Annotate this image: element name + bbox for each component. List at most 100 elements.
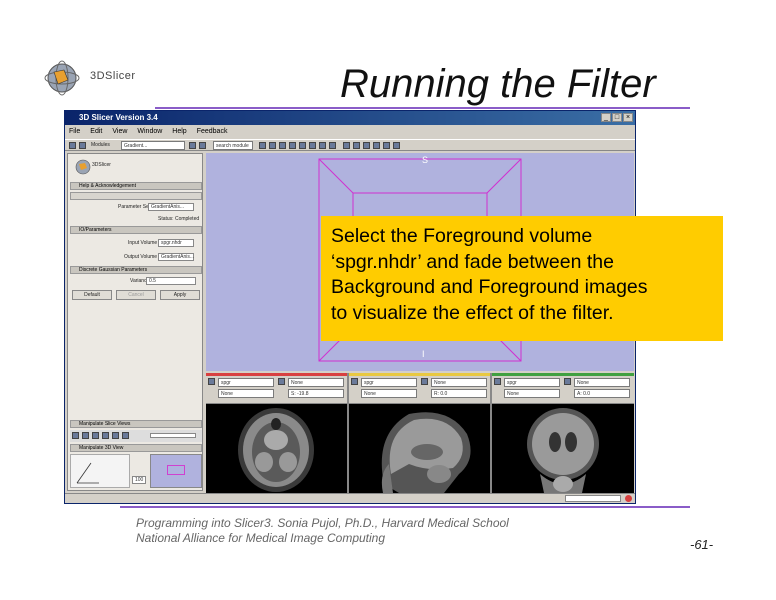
minimize-button[interactable]: _ [601,113,611,122]
toolbar-layout-icon-4[interactable] [289,142,296,149]
slice-views-header[interactable]: Manipulate Slice Views [70,420,202,428]
green-fg-selector[interactable]: None [574,378,630,387]
default-button[interactable]: Default [72,290,112,300]
toolbar-layout-icon-3[interactable] [279,142,286,149]
yellow-slice-controller: spgr None None R: 0.0 [349,373,490,403]
toolbar-view-icon-5[interactable] [383,142,390,149]
window-title: 3D Slicer Version 3.4 [79,113,158,122]
yellow-slice-color-strip [349,373,490,376]
footer-author: Programming into Slicer3. Sonia Pujol, P… [136,516,509,530]
slice-views: spgr None None S: -19.8 spgr None None R… [206,373,634,493]
zoom-input[interactable]: 100 [132,476,146,484]
panel-logo-text: 3DSlicer [92,162,111,168]
menu-edit[interactable]: Edit [90,126,102,138]
green-pin-icon[interactable] [494,378,501,385]
slice-controls-row [70,430,202,442]
instruction-callout: Select the Foreground volume ‘spgr.nhdr’… [321,216,723,341]
help-section-header[interactable]: Help & Acknowledgement [70,182,202,190]
red-fg-selector[interactable]: None [288,378,344,387]
slice-ctl-icon-2[interactable] [82,432,89,439]
slice-ctl-icon-1[interactable] [72,432,79,439]
menu-help[interactable]: Help [172,126,186,138]
toolbar-view-icon-6[interactable] [393,142,400,149]
slice-ctl-icon-4[interactable] [102,432,109,439]
yellow-bg-selector[interactable]: spgr [361,378,417,387]
green-label-selector[interactable]: None [504,389,560,398]
fade-slider[interactable] [150,433,196,438]
green-slice-color-strip [492,373,634,376]
window-title-bar: 3D Slicer Version 3.4 [65,111,635,125]
axial-slice-view[interactable] [206,404,347,493]
toolbar-layout-icon-6[interactable] [309,142,316,149]
red-pin-icon[interactable] [208,378,215,385]
toolbar: Modules Gradient... search module [65,139,635,151]
close-button[interactable]: × [623,113,633,122]
input-volume-selector[interactable]: spgr.nhdr [158,239,194,247]
green-bg-selector[interactable]: spgr [504,378,560,387]
yellow-swap-icon[interactable] [421,378,428,385]
error-log-icon[interactable] [625,495,632,502]
toolbar-layout-icon-2[interactable] [269,142,276,149]
menu-window[interactable]: Window [137,126,162,138]
yellow-pin-icon[interactable] [351,378,358,385]
menu-view[interactable]: View [112,126,127,138]
red-slice-controller: spgr None None S: -19.8 [206,373,347,403]
coronal-slice-view[interactable] [492,404,634,493]
gaussian-params-header[interactable]: Discrete Gaussian Parameters [70,266,202,274]
yellow-label-selector[interactable]: None [361,389,417,398]
io-section-header[interactable] [70,192,202,200]
slice-ctl-icon-3[interactable] [92,432,99,439]
sagittal-slice-view[interactable] [349,404,490,493]
toolbar-layout-icon-8[interactable] [329,142,336,149]
red-swap-icon[interactable] [278,378,285,385]
yellow-fg-selector[interactable]: None [431,378,487,387]
output-volume-selector[interactable]: GradientAnis... [158,253,194,261]
cancel-button[interactable]: Cancel [116,290,156,300]
toolbar-view-icon-3[interactable] [363,142,370,149]
red-bg-selector[interactable]: spgr [218,378,274,387]
parameter-set-label: Parameter Set [118,204,151,210]
page-number: -61- [690,537,714,552]
toolbar-view-icon-4[interactable] [373,142,380,149]
progress-bar [565,495,621,502]
toolbar-save-icon[interactable] [79,142,86,149]
inferior-label: I [422,349,425,359]
toolbar-view-icon-2[interactable] [353,142,360,149]
variance-input[interactable]: 0.5 [146,277,196,285]
menu-file[interactable]: File [69,126,80,138]
navigation-arrows-icon [76,462,99,484]
module-prev-icon[interactable] [189,142,196,149]
callout-line-2: ‘spgr.nhdr’ and fade between the [331,250,614,273]
sagittal-brain-image [381,412,471,493]
green-slice-offset[interactable]: A: 0.0 [574,389,630,398]
3d-view-thumbnail[interactable] [150,454,202,488]
callout-line-1: Select the Foreground volume [331,225,593,247]
input-volume-label: Input Volume [128,240,158,246]
red-label-selector[interactable]: None [218,389,274,398]
toolbar-load-icon[interactable] [69,142,76,149]
modules-label: Modules [91,142,110,148]
yellow-slice-offset[interactable]: R: 0.0 [431,389,487,398]
slice-ctl-icon-6[interactable] [122,432,129,439]
toolbar-layout-icon-1[interactable] [259,142,266,149]
menu-feedback[interactable]: Feedback [197,126,228,138]
module-panel: 3DSlicer Help & Acknowledgement Paramete… [67,153,203,491]
module-selector[interactable]: Gradient... [121,141,185,150]
toolbar-layout-icon-7[interactable] [319,142,326,149]
io-params-header[interactable]: IO/Parameters [70,226,202,234]
green-swap-icon[interactable] [564,378,571,385]
parameter-set-selector[interactable]: GradientAnis... [148,203,194,211]
slice-ctl-icon-5[interactable] [112,432,119,439]
module-next-icon[interactable] [199,142,206,149]
axial-brain-image [238,408,314,492]
apply-button[interactable]: Apply [160,290,200,300]
view-3d-header[interactable]: Manipulate 3D View [70,444,202,452]
red-slice-offset[interactable]: S: -19.8 [288,389,344,398]
toolbar-layout-icon-5[interactable] [299,142,306,149]
toolbar-view-icon-1[interactable] [343,142,350,149]
output-volume-label: Output Volume [124,254,158,260]
3d-navigation-widget[interactable] [70,454,130,488]
module-search-input[interactable]: search module [213,141,253,150]
maximize-button[interactable]: □ [612,113,622,122]
red-slice-color-strip [206,373,347,376]
